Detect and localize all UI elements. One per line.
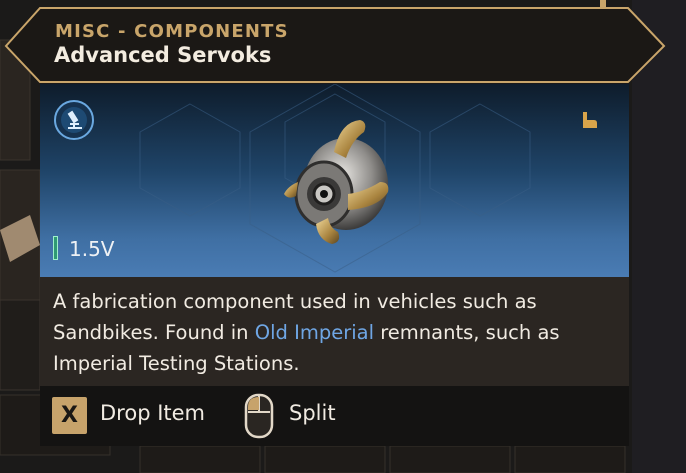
item-name: Advanced Servoks — [54, 43, 272, 67]
item-tooltip: MISC - COMPONENTS Advanced Servoks 1.5V … — [0, 0, 686, 473]
drop-item-key[interactable]: X — [52, 397, 87, 434]
volume-indicator — [53, 236, 58, 260]
research-microscope-icon — [54, 100, 94, 140]
item-description: A fabrication component used in vehicles… — [40, 277, 629, 386]
description-text: A fabrication component used in vehicles… — [53, 286, 623, 379]
item-category: MISC - COMPONENTS — [55, 21, 289, 42]
hand-pointer-icon — [583, 112, 597, 128]
volume-value: 1.5V — [69, 237, 115, 261]
drop-item-button[interactable]: Drop Item — [100, 401, 205, 425]
servok-component-image — [284, 120, 389, 244]
split-button[interactable]: Split — [289, 401, 336, 425]
header-banner — [4, 7, 666, 83]
mouse-icon[interactable] — [243, 392, 275, 440]
tooltip-header: MISC - COMPONENTS Advanced Servoks — [0, 0, 670, 84]
tooltip-actions: X Drop Item Split — [40, 386, 629, 446]
item-preview: 1.5V — [40, 84, 629, 277]
description-highlight: Old Imperial — [254, 321, 375, 344]
